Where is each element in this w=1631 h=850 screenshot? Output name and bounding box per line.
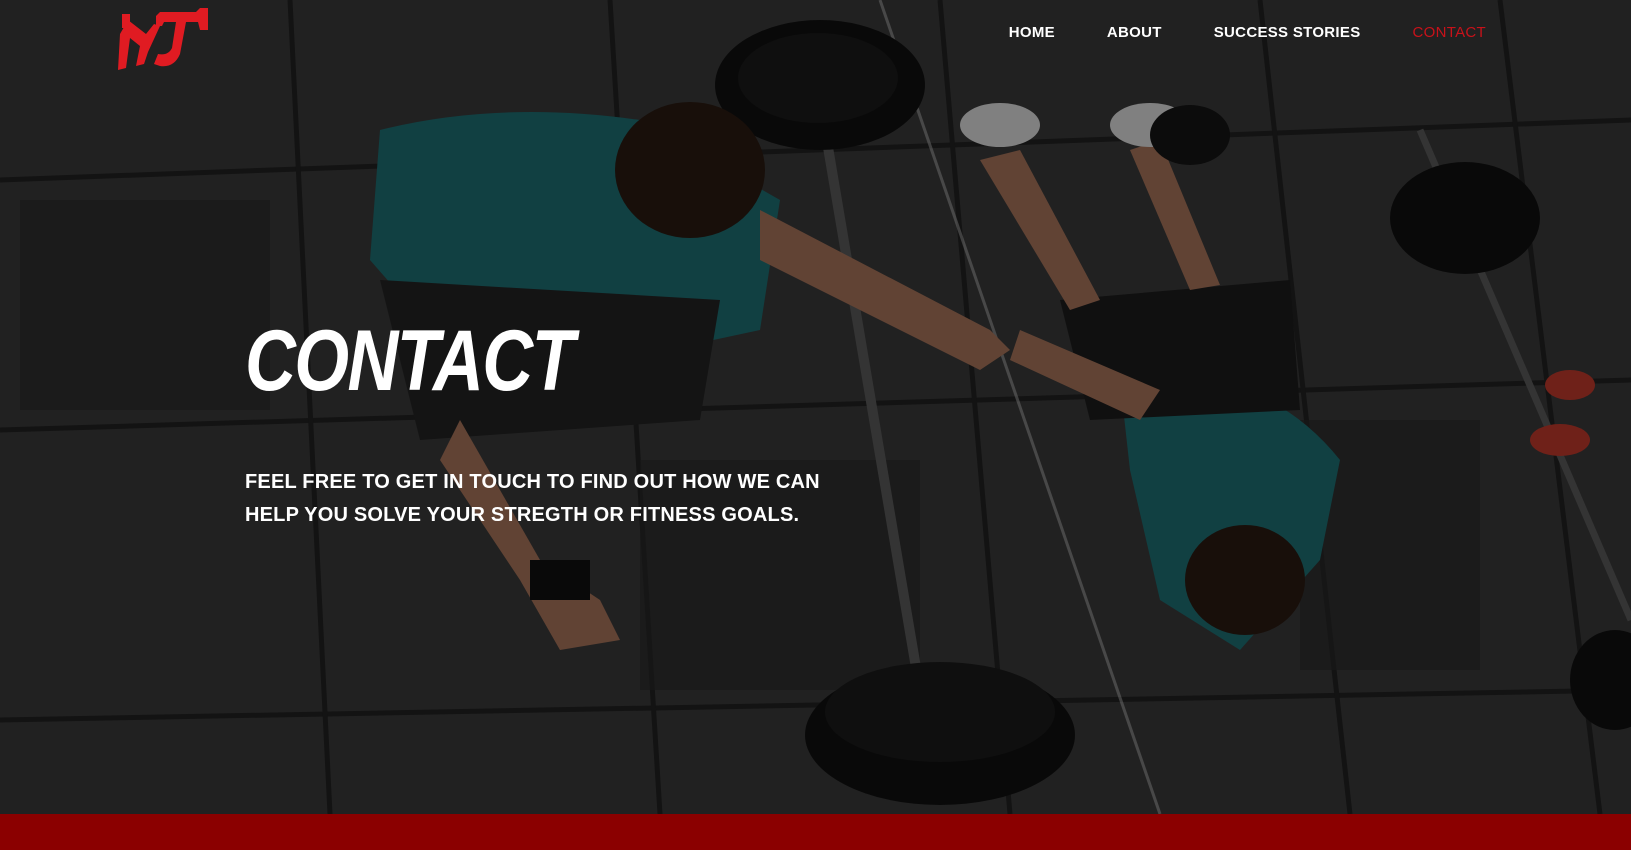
nav-about[interactable]: ABOUT [1107, 24, 1162, 41]
nav-success-stories[interactable]: SUCCESS STORIES [1214, 24, 1361, 41]
nav-home[interactable]: HOME [1009, 24, 1055, 41]
hero-subtitle-line-1: FEEL FREE TO GET IN TOUCH TO FIND OUT HO… [245, 471, 820, 493]
hero-subtitle: FEEL FREE TO GET IN TOUCH TO FIND OUT HO… [245, 466, 845, 532]
hero-subtitle-line-2: HELP YOU SOLVE YOUR STREGTH OR FITNESS G… [245, 504, 800, 526]
bottom-red-bar [0, 814, 1631, 850]
nav-contact[interactable]: CONTACT [1413, 24, 1486, 41]
page-title: CONTACT [245, 313, 575, 409]
page: HOME ABOUT SUCCESS STORIES CONTACT CONTA… [0, 0, 1631, 850]
dumbbell-logo-icon[interactable] [116, 4, 212, 70]
hero-section: HOME ABOUT SUCCESS STORIES CONTACT CONTA… [0, 0, 1631, 814]
main-navigation: HOME ABOUT SUCCESS STORIES CONTACT [1009, 24, 1486, 41]
